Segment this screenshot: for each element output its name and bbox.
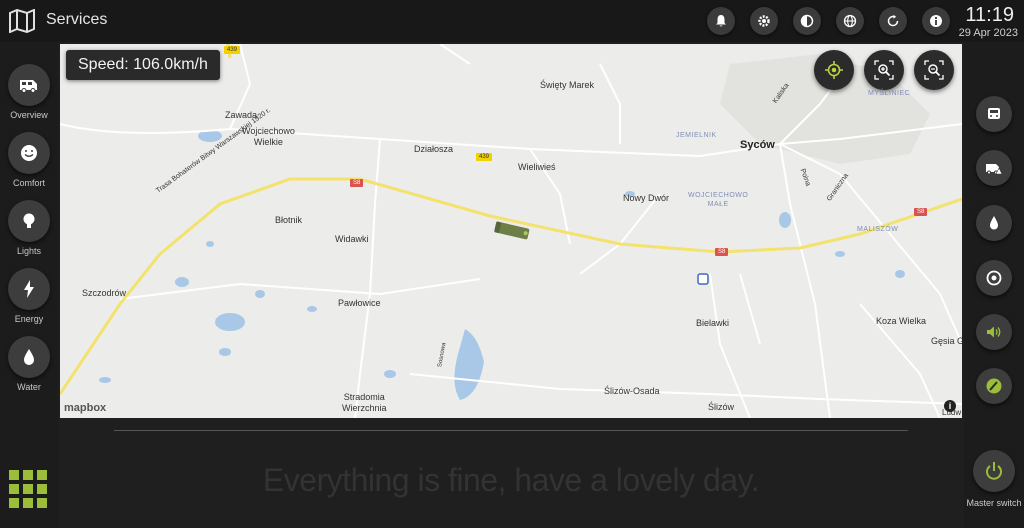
mapbox-logo[interactable]: mapbox [64, 402, 106, 414]
place-label: Stradomia Wierzchnia [342, 392, 387, 413]
water-button[interactable] [976, 205, 1012, 241]
speed-indicator: Speed: 106.0km/h [66, 50, 220, 80]
locate-button[interactable] [814, 50, 854, 90]
district-label: MALISZÓW [857, 226, 899, 233]
globe-icon [843, 14, 857, 28]
apps-grid-icon[interactable] [9, 470, 47, 508]
info-button[interactable] [922, 7, 950, 35]
status-message: Everything is fine, have a lovely day. [262, 462, 760, 498]
place-label: Pawłowice [338, 298, 381, 308]
theme-button[interactable] [793, 7, 821, 35]
zoom-out-icon [924, 60, 944, 80]
place-label: Szczodrów [82, 288, 127, 298]
zoom-in-button[interactable] [864, 50, 904, 90]
divider [114, 430, 908, 431]
camper-warning-icon [986, 164, 1003, 175]
place-label: Wieliwieś [518, 162, 556, 172]
bell-icon [716, 15, 726, 27]
nav-item-comfort[interactable]: Comfort [7, 132, 51, 188]
nav-label: Water [17, 382, 41, 392]
nav-label: Energy [14, 314, 44, 324]
place-label: Działosza [414, 144, 454, 154]
map-info-icon[interactable]: i [944, 400, 956, 412]
settings-button[interactable] [750, 7, 778, 35]
road-shield: S8 [914, 208, 928, 216]
crosshair-icon [825, 61, 843, 79]
place-label: Wojciechowo Wielkie [242, 126, 295, 147]
place-label: Święty Marek [540, 80, 595, 90]
nav-label: Comfort [12, 178, 45, 188]
lighting-mood-button[interactable] [976, 368, 1012, 404]
nav-item-water[interactable]: Water [7, 336, 51, 392]
road-shield: S8 [715, 248, 729, 256]
nav-item-energy[interactable]: Energy [7, 268, 51, 324]
right-sidebar: Master switch [964, 42, 1024, 528]
gauge-icon [986, 270, 1002, 286]
nav-label: Lights [16, 246, 42, 256]
place-label: Ślizów [708, 402, 735, 412]
zoom-out-button[interactable] [914, 50, 954, 90]
drop-icon [990, 216, 998, 230]
road-shield: 439 [476, 153, 493, 161]
place-label: Widawki [335, 234, 369, 244]
place-label: Nowy Dwór [623, 193, 670, 203]
drop-icon [24, 349, 34, 365]
camper-front-icon [988, 108, 1000, 119]
camper-icon [20, 80, 37, 93]
map-canvas [60, 44, 962, 418]
place-label: Koza Wielka [876, 316, 927, 326]
map-view[interactable]: Speed: 106.0km/h Syców Święty Marek Zawa… [60, 44, 962, 418]
top-bar: Services 11:19 29 Apr 2023 [0, 0, 1024, 42]
vehicle-front-button[interactable] [976, 96, 1012, 132]
map-icon[interactable] [8, 9, 36, 33]
road-shield: S8 [350, 179, 364, 187]
refresh-icon [887, 14, 899, 27]
power-icon [986, 462, 1002, 480]
lightbulb-icon [23, 213, 35, 228]
paint-icon [986, 378, 1002, 394]
road-shield: 439 [224, 46, 241, 54]
master-switch-button[interactable] [973, 450, 1015, 492]
smiley-icon [21, 145, 37, 161]
clock: 11:19 [965, 4, 1014, 26]
vehicle-status-button[interactable] [976, 150, 1012, 186]
district-label: MYŚLINIEC [868, 90, 911, 97]
refresh-button[interactable] [879, 7, 907, 35]
info-icon [930, 15, 942, 27]
nav-item-lights[interactable]: Lights [7, 200, 51, 256]
left-sidebar: Overview Comfort Lights Energy Water [0, 42, 58, 528]
place-label: Błotnik [275, 215, 303, 225]
nav-item-overview[interactable]: Overview [7, 64, 51, 120]
place-label: Syców [740, 139, 775, 151]
bolt-icon [24, 280, 34, 298]
zoom-in-icon [874, 60, 894, 80]
district-label: JEMIELNIK [676, 132, 717, 139]
contrast-icon [800, 14, 814, 28]
audio-button[interactable] [976, 314, 1012, 350]
gear-icon [758, 15, 770, 27]
language-button[interactable] [836, 7, 864, 35]
app-title: Services [46, 11, 108, 28]
gauge-button[interactable] [976, 260, 1012, 296]
date: 29 Apr 2023 [958, 27, 1018, 39]
place-label: Ślizów-Osada [604, 386, 660, 396]
nav-label: Overview [10, 110, 48, 120]
place-label: Gęsia G [931, 336, 962, 346]
master-switch-label: Master switch [966, 498, 1022, 508]
place-label: Bielawki [696, 318, 730, 328]
notifications-button[interactable] [707, 7, 735, 35]
speaker-icon [987, 326, 1001, 338]
district-label: WOJCIECHOWO MAŁE [688, 192, 749, 208]
